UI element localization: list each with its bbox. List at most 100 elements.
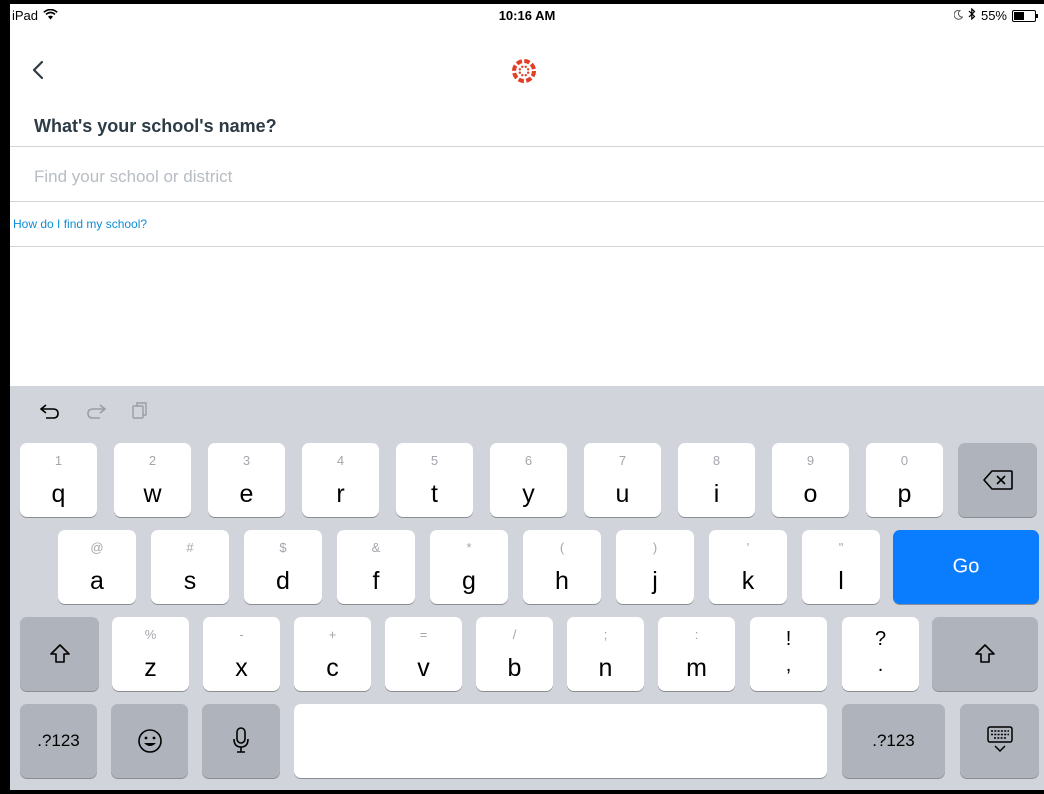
key-primary-label: c	[326, 654, 339, 682]
key-secondary-label: -	[239, 627, 244, 642]
key-m[interactable]: :m	[658, 617, 735, 691]
key-s[interactable]: # s	[151, 530, 229, 604]
key-u[interactable]: 7u	[584, 443, 661, 517]
key-y[interactable]: 6y	[490, 443, 567, 517]
page-title: What's your school's name?	[34, 116, 277, 136]
battery-percent: 55%	[980, 8, 1007, 23]
key-e[interactable]: 3e	[208, 443, 285, 517]
status-bar: iPad 10:16 AM 55%	[10, 4, 1044, 26]
key-period[interactable]: ?.	[842, 617, 919, 691]
onscreen-keyboard: 1 q 2 w 3 e 4 r 5 t 6 y 7 u 8 i 9 o 0 p @ a # s $ d & f * g(h) j ' k " l Go…	[10, 386, 1044, 790]
key-primary-label: q	[51, 480, 66, 508]
key-secondary-label: /	[512, 627, 517, 642]
key-secondary-label: 6	[524, 453, 533, 468]
emoji-key[interactable]	[111, 704, 188, 778]
divider	[10, 146, 1044, 147]
key-secondary-label: 9	[806, 453, 815, 468]
key-secondary-label: 5	[430, 453, 439, 468]
key-primary-label: b	[507, 654, 522, 682]
status-time: 10:16 AM	[498, 8, 556, 23]
key-secondary-label: =	[419, 627, 428, 642]
key-p[interactable]: 0p	[866, 443, 943, 517]
key-primary-label: ,	[785, 654, 792, 676]
key-b[interactable]: / b	[476, 617, 553, 691]
school-search-input[interactable]	[34, 162, 1014, 192]
find-school-help-link[interactable]: How do I find my school?	[13, 217, 147, 231]
left-shift-key[interactable]	[20, 617, 99, 691]
key-c[interactable]: + c	[294, 617, 371, 691]
app-screen: iPad 10:16 AM 55% What's your school's n…	[10, 4, 1044, 790]
backspace-key[interactable]	[958, 443, 1037, 517]
key-primary-label: a	[90, 567, 104, 595]
key-g[interactable]: * g	[430, 530, 508, 604]
key-secondary-label: 3	[242, 453, 251, 468]
key-secondary-label: 4	[336, 453, 345, 468]
undo-icon[interactable]	[38, 400, 62, 425]
key-primary-label: t	[431, 480, 438, 508]
dictation-key[interactable]	[202, 704, 280, 778]
right-shift-key[interactable]	[932, 617, 1038, 691]
key-v[interactable]: = v	[385, 617, 462, 691]
key-primary-label: y	[522, 480, 535, 508]
shift-icon	[49, 644, 70, 663]
go-key-label: Go	[952, 555, 980, 578]
key-secondary-label: #	[186, 540, 194, 555]
key-t[interactable]: 5t	[396, 443, 473, 517]
key-secondary-label: 0	[900, 453, 909, 468]
key-l[interactable]: " l	[802, 530, 880, 604]
space-bar[interactable]	[294, 704, 827, 778]
key-h[interactable]: (h	[523, 530, 601, 604]
key-r[interactable]: 4r	[302, 443, 379, 517]
key-secondary-label: 7	[618, 453, 627, 468]
key-secondary-label: "	[838, 540, 844, 555]
microphone-icon	[233, 727, 249, 753]
numbers-key-right[interactable]: .?123	[842, 704, 945, 778]
moon-icon	[953, 8, 964, 23]
key-primary-label: n	[598, 654, 613, 682]
key-primary-label: j	[652, 567, 658, 595]
back-button[interactable]	[28, 52, 58, 88]
key-secondary-label: )	[652, 540, 658, 555]
key-f[interactable]: & f	[337, 530, 415, 604]
key-primary-label: r	[336, 480, 345, 508]
backspace-icon	[982, 470, 1013, 490]
key-primary-label: p	[897, 480, 912, 508]
key-primary-label: v	[417, 654, 430, 682]
emoji-icon	[137, 729, 162, 753]
key-secondary-label: $	[279, 540, 287, 555]
key-x[interactable]: -x	[203, 617, 280, 691]
key-k[interactable]: ' k	[709, 530, 787, 604]
key-comma[interactable]: !,	[750, 617, 827, 691]
numbers-key-label: .?123	[37, 731, 80, 750]
numbers-key-left[interactable]: .?123	[20, 704, 97, 778]
dismiss-keyboard-key[interactable]	[960, 704, 1039, 778]
keyboard-toolbar	[38, 400, 150, 425]
key-secondary-label: &	[371, 540, 381, 555]
key-secondary-label: 2	[148, 453, 157, 468]
key-w[interactable]: 2w	[114, 443, 191, 517]
key-primary-label: e	[239, 480, 254, 508]
key-secondary-label: 1	[54, 453, 63, 468]
paste-icon[interactable]	[130, 400, 150, 425]
key-i[interactable]: 8i	[678, 443, 755, 517]
key-primary-label: u	[615, 480, 630, 508]
key-primary-label: i	[713, 480, 720, 508]
key-q[interactable]: 1q	[20, 443, 97, 517]
canvas-logo-icon	[504, 51, 544, 91]
redo-icon[interactable]	[84, 400, 108, 425]
key-primary-label: z	[144, 654, 157, 682]
go-key[interactable]: Go	[893, 530, 1039, 604]
key-primary-label: h	[555, 567, 569, 595]
key-n[interactable]: ; n	[567, 617, 644, 691]
key-secondary-label: %	[144, 627, 157, 642]
key-primary-label: d	[276, 567, 290, 595]
key-a[interactable]: @ a	[58, 530, 136, 604]
key-j[interactable]: ) j	[616, 530, 694, 604]
key-primary-label: l	[838, 567, 844, 595]
key-secondary-label: (	[559, 540, 565, 555]
divider	[10, 201, 1044, 202]
key-o[interactable]: 9o	[772, 443, 849, 517]
key-z[interactable]: % z	[112, 617, 189, 691]
shift-icon	[975, 644, 995, 663]
key-d[interactable]: $ d	[244, 530, 322, 604]
